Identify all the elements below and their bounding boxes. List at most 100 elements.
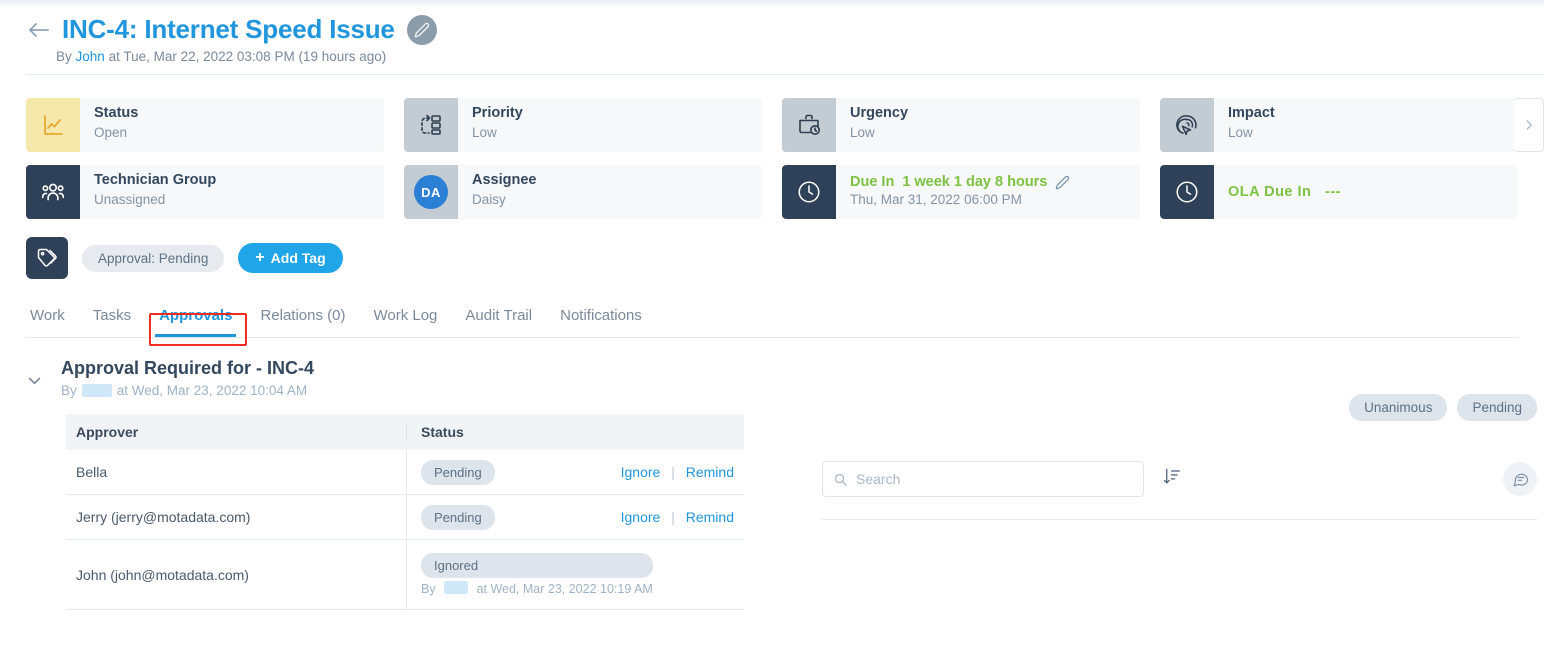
conversation-toolbar xyxy=(822,461,1537,497)
clock-icon xyxy=(1160,165,1214,219)
add-tag-label: Add Tag xyxy=(270,250,326,266)
tab-notifications[interactable]: Notifications xyxy=(546,301,656,337)
status-by-meta: at Wed, Mar 23, 2022 10:19 AM xyxy=(476,582,653,596)
search-icon xyxy=(833,472,848,487)
ticket-timestamp: at Tue, Mar 22, 2022 03:08 PM (19 hours … xyxy=(108,49,387,64)
page-title: INC-4: Internet Speed Issue xyxy=(62,14,395,44)
ticket-meta: By John at Tue, Mar 22, 2022 03:08 PM (1… xyxy=(56,49,1544,64)
card-priority-value: Low xyxy=(472,125,497,141)
tab-work[interactable]: Work xyxy=(26,301,79,337)
assignee-avatar-wrap: DA xyxy=(404,165,458,219)
column-header-status: Status xyxy=(406,423,744,441)
tags-row: Approval: Pending + Add Tag xyxy=(0,232,1544,279)
card-priority-label: Priority xyxy=(472,105,523,121)
tab-relations[interactable]: Relations (0) xyxy=(246,301,359,337)
back-arrow-icon[interactable] xyxy=(26,17,52,43)
tabs-list: Work Tasks Approvals Relations (0) Work … xyxy=(0,301,1544,337)
remind-link[interactable]: Remind xyxy=(686,464,734,480)
card-due-in-body: Due In 1 week 1 day 8 hours Thu, Mar 31,… xyxy=(836,165,1070,219)
approval-by-prefix: By xyxy=(61,383,77,398)
card-status-body: Status Open xyxy=(80,98,138,152)
ticket-detail-page: INC-4: Internet Speed Issue By John at T… xyxy=(0,0,1544,670)
add-tag-button[interactable]: + Add Tag xyxy=(238,243,343,273)
card-ola-due-in-label: OLA Due In --- xyxy=(1228,184,1341,200)
action-separator: | xyxy=(671,509,675,525)
card-impact-label: Impact xyxy=(1228,105,1275,121)
ignore-link[interactable]: Ignore xyxy=(621,509,661,525)
approval-right-pane: Unanimous Pending xyxy=(776,358,1537,610)
approval-badges: Unanimous Pending xyxy=(822,394,1537,421)
search-input[interactable] xyxy=(856,471,1133,487)
card-urgency[interactable]: Urgency Low xyxy=(782,98,1140,152)
card-urgency-body: Urgency Low xyxy=(836,98,908,152)
card-assignee-value: Daisy xyxy=(472,192,506,208)
property-cards: Status Open Priority Low Urgency Low Imp… xyxy=(0,85,1544,219)
edit-title-button[interactable] xyxy=(406,14,437,45)
approver-name: Jerry (jerry@motadata.com) xyxy=(76,509,251,525)
badge-unanimous: Unanimous xyxy=(1349,394,1448,421)
tags-icon xyxy=(26,237,68,279)
redacted-user-name xyxy=(444,581,469,594)
approval-meta: By at Wed, Mar 23, 2022 10:04 AM xyxy=(61,383,314,398)
tabs-bar: Work Tasks Approvals Relations (0) Work … xyxy=(0,301,1544,338)
ola-value: --- xyxy=(1325,184,1341,200)
card-urgency-label: Urgency xyxy=(850,105,909,121)
approval-left-pane: Approval Required for - INC-4 By at Wed,… xyxy=(26,358,776,610)
by-prefix: By xyxy=(56,49,72,64)
card-ola-due-in[interactable]: OLA Due In --- xyxy=(1160,165,1518,219)
tab-tasks[interactable]: Tasks xyxy=(79,301,145,337)
tab-work-log[interactable]: Work Log xyxy=(359,301,451,337)
card-status[interactable]: Status Open xyxy=(26,98,384,152)
row-actions: Ignore | Remind xyxy=(621,464,744,480)
remind-link[interactable]: Remind xyxy=(686,509,734,525)
header-divider xyxy=(26,74,1544,75)
table-row: Jerry (jerry@motadata.com) Pending Ignor… xyxy=(66,495,744,540)
tab-audit-trail[interactable]: Audit Trail xyxy=(451,301,546,337)
chevron-down-icon[interactable] xyxy=(26,372,43,394)
card-assignee-label: Assignee xyxy=(472,172,537,188)
card-assignee[interactable]: DA Assignee Daisy xyxy=(404,165,762,219)
approver-status-cell: Pending Ignore | Remind xyxy=(406,450,744,494)
impact-target-icon xyxy=(1160,98,1214,152)
approver-status-cell: Pending Ignore | Remind xyxy=(406,495,744,539)
card-priority[interactable]: Priority Low xyxy=(404,98,762,152)
property-cards-row-1: Status Open Priority Low Urgency Low Imp… xyxy=(26,98,1518,152)
ticket-author[interactable]: John xyxy=(76,49,105,64)
tab-approvals[interactable]: Approvals xyxy=(145,301,246,337)
card-impact[interactable]: Impact Low xyxy=(1160,98,1518,152)
status-badge: Ignored xyxy=(421,553,653,578)
chevron-right-icon[interactable] xyxy=(1514,98,1544,152)
table-row: Bella Pending Ignore | Remind xyxy=(66,450,744,495)
property-cards-row-2: Technician Group Unassigned DA Assignee … xyxy=(26,165,1518,219)
due-in-edit-icon[interactable] xyxy=(1055,175,1070,190)
status-by-prefix: By xyxy=(421,582,436,596)
card-priority-body: Priority Low xyxy=(458,98,523,152)
comment-bubble-icon[interactable] xyxy=(1503,462,1537,496)
status-wrap: Ignored By at Wed, Mar 23, 2022 10:19 AM xyxy=(421,545,653,604)
card-due-in[interactable]: Due In 1 week 1 day 8 hours Thu, Mar 31,… xyxy=(782,165,1140,219)
users-group-icon xyxy=(26,165,80,219)
status-by-line: By at Wed, Mar 23, 2022 10:19 AM xyxy=(421,581,653,596)
search-box[interactable] xyxy=(822,461,1144,497)
card-technician-group-value: Unassigned xyxy=(94,192,166,208)
table-row: John (john@motadata.com) Ignored By at W… xyxy=(66,540,744,610)
card-due-in-label: Due In 1 week 1 day 8 hours xyxy=(850,174,1070,190)
tabs-divider xyxy=(26,337,1518,338)
ignore-link[interactable]: Ignore xyxy=(621,464,661,480)
sort-descending-icon[interactable] xyxy=(1162,467,1181,491)
title-row: INC-4: Internet Speed Issue xyxy=(26,14,1544,45)
approval-timestamp: at Wed, Mar 23, 2022 10:04 AM xyxy=(116,383,308,398)
status-wrap: Pending xyxy=(421,497,495,538)
action-separator: | xyxy=(671,464,675,480)
card-technician-group-label: Technician Group xyxy=(94,172,217,188)
chart-line-icon xyxy=(26,98,80,152)
tag-chip[interactable]: Approval: Pending xyxy=(82,244,225,272)
card-status-label: Status xyxy=(94,105,139,121)
card-technician-group[interactable]: Technician Group Unassigned xyxy=(26,165,384,219)
approval-header: Approval Required for - INC-4 By at Wed,… xyxy=(26,358,776,398)
card-status-value: Open xyxy=(94,125,128,141)
approval-header-text: Approval Required for - INC-4 By at Wed,… xyxy=(61,358,314,398)
table-header-row: Approver Status xyxy=(66,414,744,450)
column-header-approver: Approver xyxy=(76,424,139,440)
avatar: DA xyxy=(414,175,448,209)
